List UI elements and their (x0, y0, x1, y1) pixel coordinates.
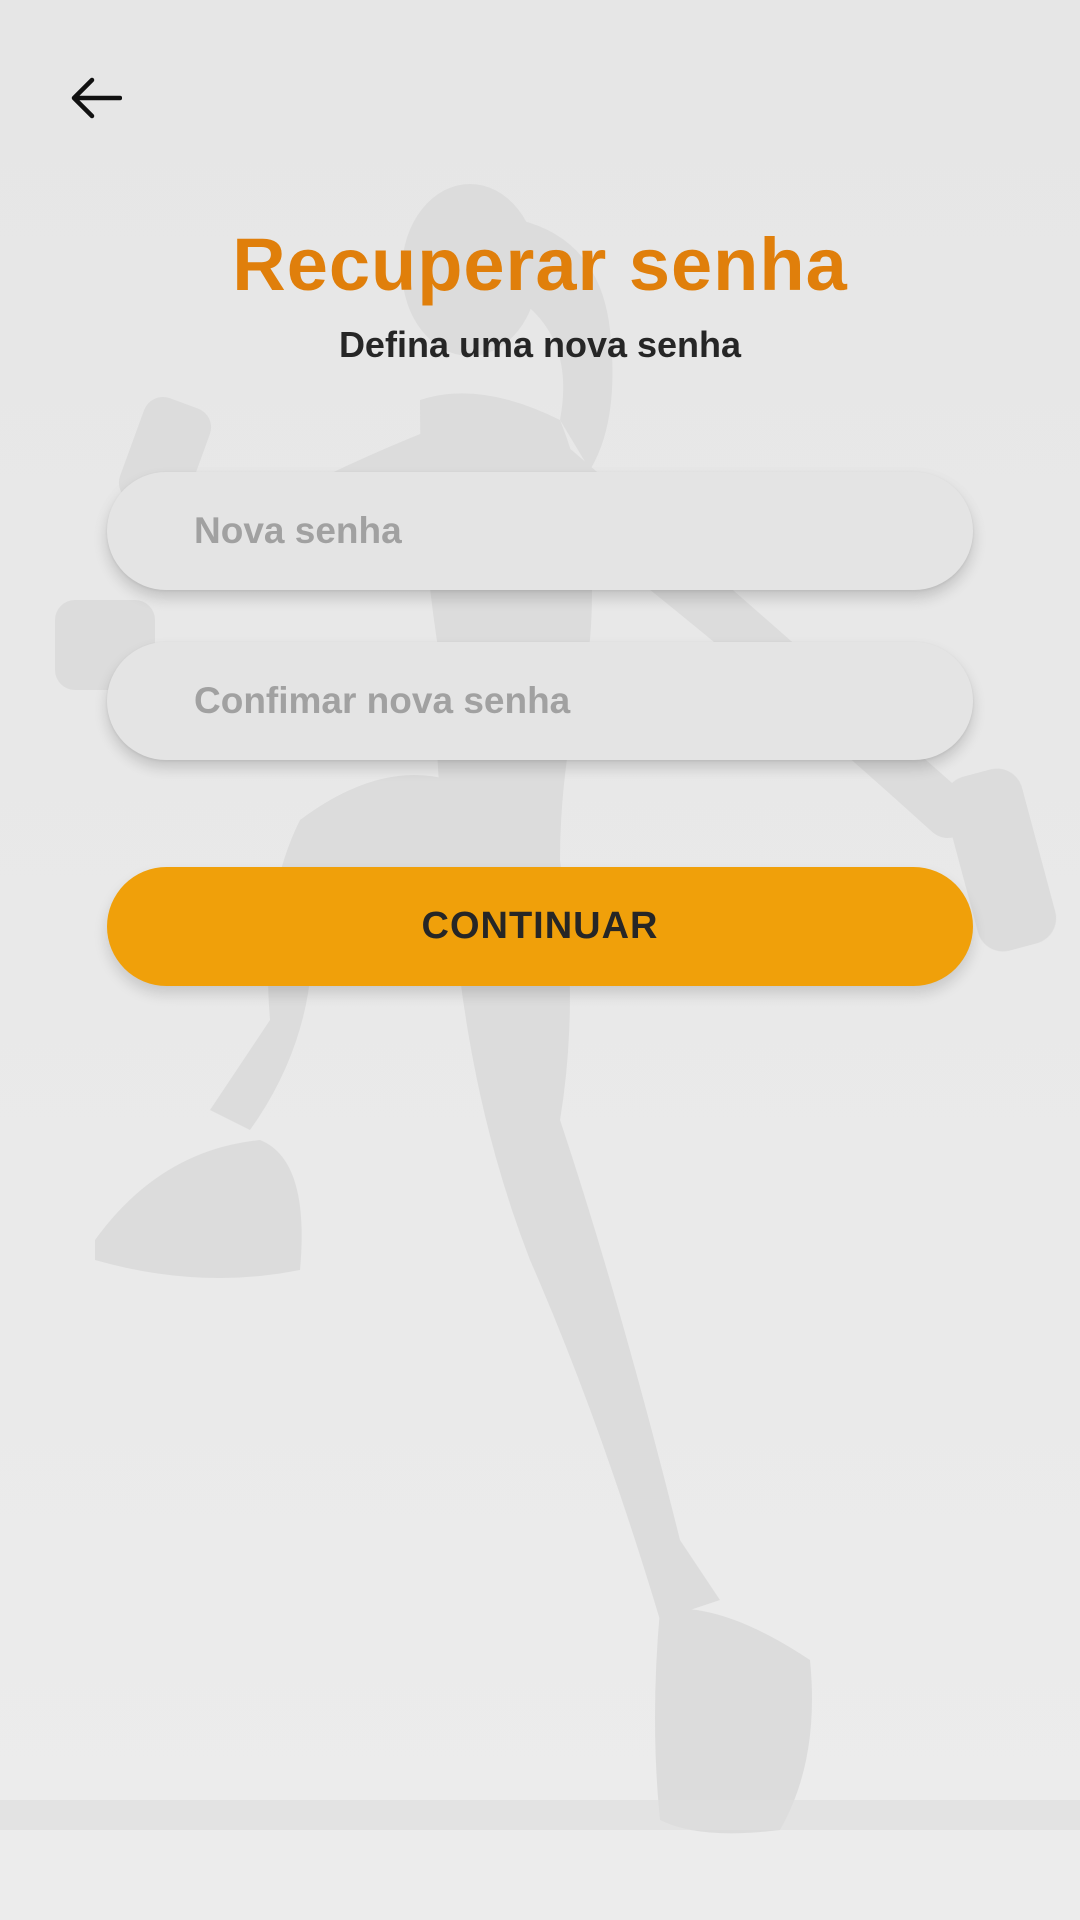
new-password-input[interactable] (107, 472, 973, 590)
arrow-left-icon (71, 77, 122, 119)
new-password-field[interactable] (107, 472, 973, 590)
recover-password-screen: Recuperar senha Defina uma nova senha CO… (0, 0, 1080, 1920)
continue-button[interactable]: CONTINUAR (107, 867, 973, 986)
back-button[interactable] (60, 62, 132, 134)
page-subtitle: Defina uma nova senha (338, 324, 742, 365)
confirm-password-field[interactable] (107, 642, 973, 760)
confirm-password-input[interactable] (107, 642, 973, 760)
page-title: Recuperar senha (232, 223, 848, 306)
